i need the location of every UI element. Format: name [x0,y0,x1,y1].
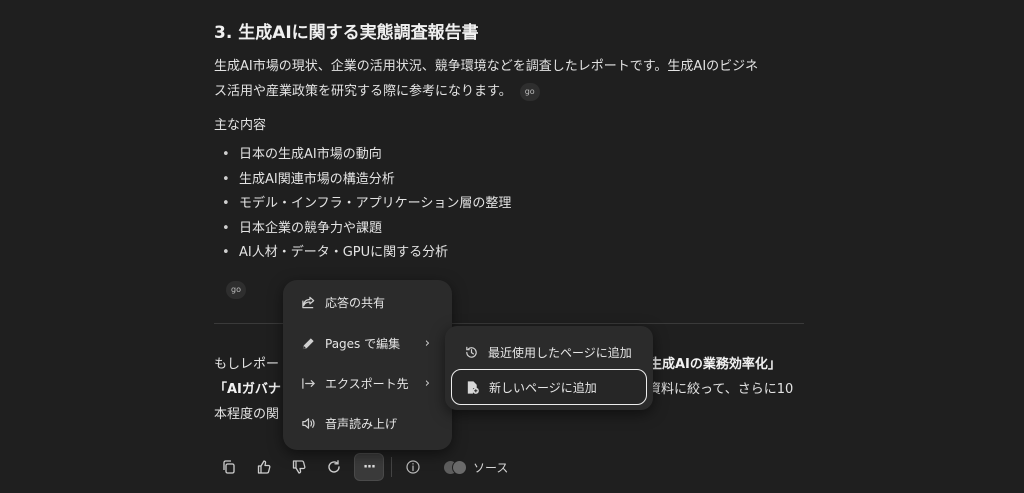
submenu-item-label: 最近使用したページに追加 [488,345,632,360]
response-toolbar: ··· ソース [214,453,508,481]
submenu-item-add-to-new-page[interactable]: 新しいページに追加 [451,369,647,405]
paragraph-line-1: 生成AI市場の現状、企業の活用状況、競争環境などを調査したレポートです。生成AI… [214,59,759,74]
regenerate-button[interactable] [319,453,349,481]
edit-icon [302,337,314,349]
closing-text-line-2-left: 「AIガバナ [214,382,281,397]
section-paragraph: 生成AI市場の現状、企業の活用状況、競争環境などを調査したレポートです。生成AI… [214,54,806,104]
copy-button[interactable] [214,453,244,481]
like-button[interactable] [249,453,279,481]
submenu-item-label: 新しいページに追加 [489,380,597,395]
closing-text-line-2-right: 資料に絞って、さらに10 [648,382,794,397]
menu-item-edit-in-pages[interactable]: Pages で編集 › [283,325,452,361]
new-page-icon [467,380,479,394]
contents-subheading: 主な内容 [214,118,267,133]
list-item: • AI人材・データ・GPUに関する分析 [222,245,449,260]
list-item: • 日本の生成AI市場の動向 [222,147,382,162]
submenu-item-add-to-recent-page[interactable]: 最近使用したページに追加 [451,334,647,370]
closing-text-line-1-right: 生成AIの業務効率化」 [649,357,781,372]
menu-item-label: エクスポート先 [325,376,409,391]
info-icon [406,460,420,474]
more-horizontal-icon: ··· [363,459,376,475]
list-item: • 日本企業の競争力や課題 [222,220,383,236]
section-heading: 3. 生成AIに関する実態調査報告書 [214,23,479,43]
more-options-button[interactable]: ··· [354,453,384,481]
list-item: • 生成AI関連市場の構造分析 [222,171,395,187]
source-chip[interactable]: go [226,281,246,299]
export-icon [302,377,315,389]
source-avatar [452,459,467,475]
toolbar-separator [391,457,392,477]
chevron-right-icon: › [424,375,430,391]
sources-button[interactable]: ソース [443,459,508,476]
more-options-menu: 応答の共有 Pages で編集 › エクスポート先 › 音声読み上げ [283,280,452,450]
menu-item-label: Pages で編集 [325,336,401,351]
source-chip[interactable]: go [519,82,540,101]
menu-item-share[interactable]: 応答の共有 [283,284,452,320]
copy-icon [223,460,235,474]
history-icon [466,346,477,358]
speaker-icon [302,417,315,429]
refresh-icon [328,460,340,473]
sources-label: ソース [473,460,509,475]
info-button[interactable] [398,453,428,481]
closing-text-line-1-left: もしレポー [214,357,280,372]
thumbs-up-icon [257,460,271,474]
menu-item-label: 音声読み上げ [325,416,398,431]
menu-item-label: 応答の共有 [325,295,386,310]
closing-text-line-3-left: 本程度の関 [214,407,280,422]
dislike-button[interactable] [284,453,314,481]
thumbs-down-icon [292,460,306,474]
menu-item-export[interactable]: エクスポート先 › [283,365,452,401]
contents-list: • 日本の生成AI市場の動向 • 生成AI関連市場の構造分析 • モデル・インフラ・ア… [222,143,511,266]
menu-item-read-aloud[interactable]: 音声読み上げ [283,405,452,441]
paragraph-line-2: ス活用や産業政策を研究する際に参考になります。 [214,84,512,99]
share-icon [302,296,315,308]
chevron-right-icon: › [424,335,430,351]
list-item: • モデル・インフラ・アプリケーション層の整理 [222,196,512,211]
pages-submenu: 最近使用したページに追加 新しいページに追加 [445,326,653,410]
